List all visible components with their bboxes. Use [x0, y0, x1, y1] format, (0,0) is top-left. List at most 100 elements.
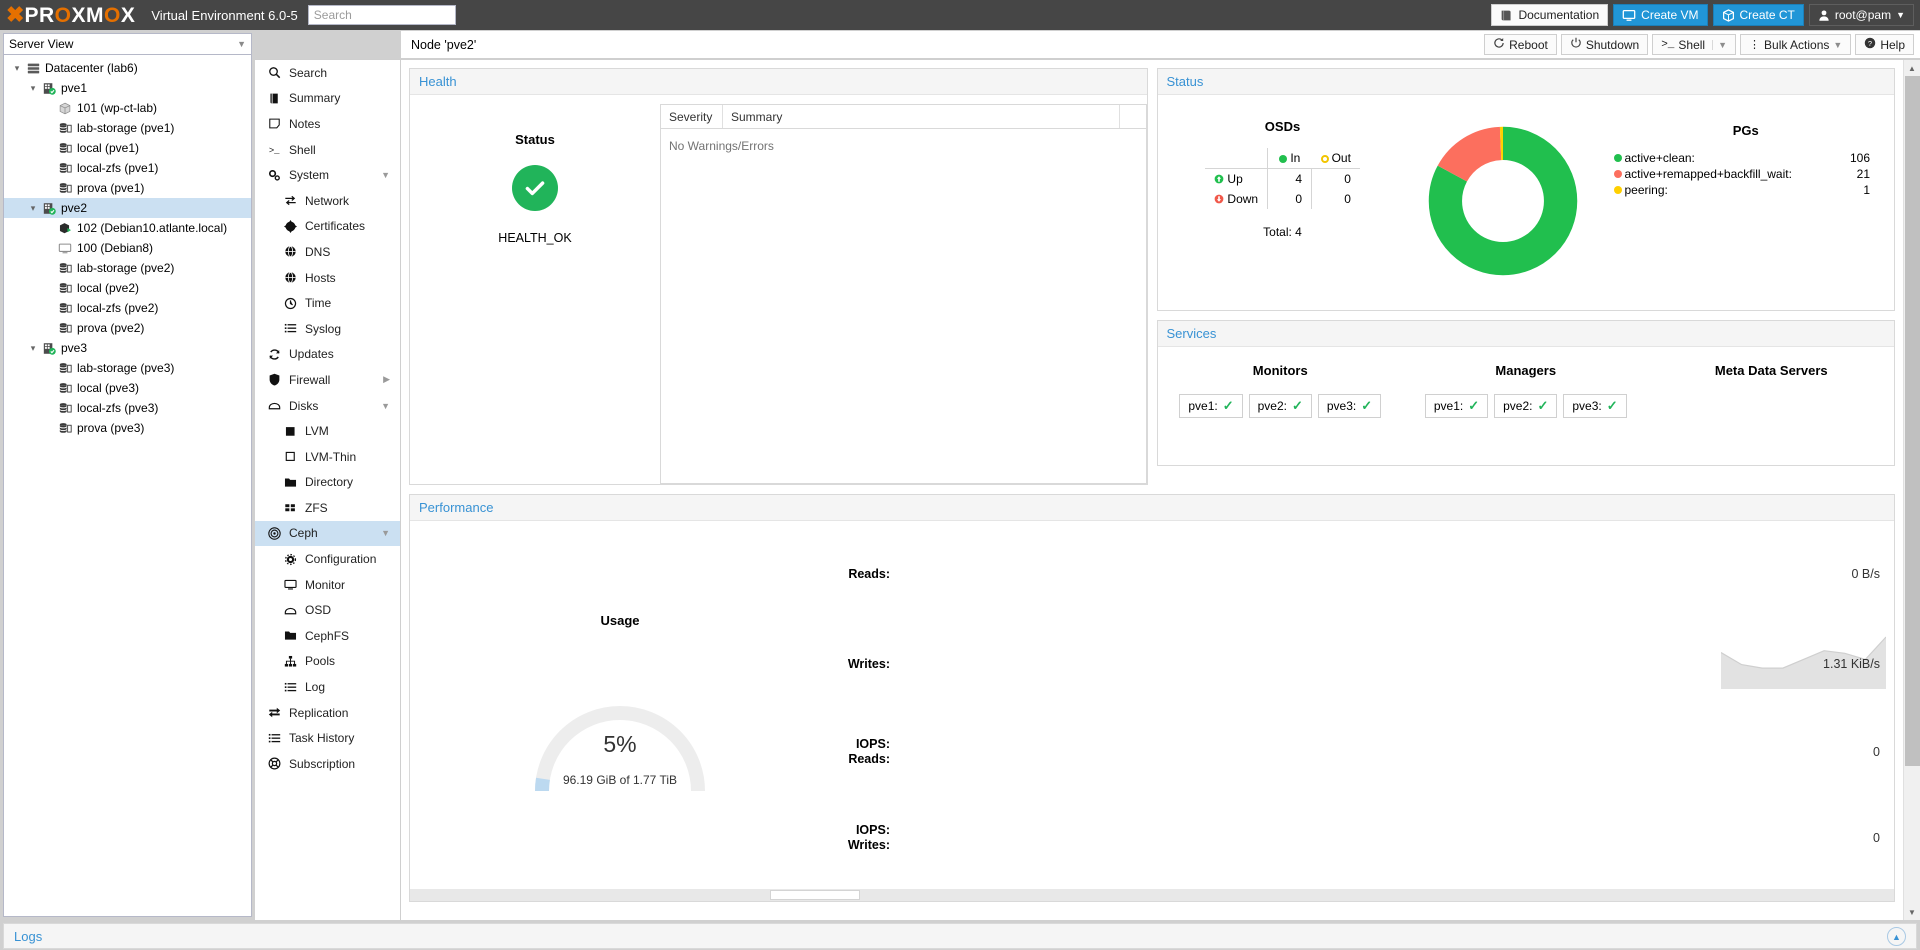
column-header-summary[interactable]: Summary — [723, 105, 1120, 128]
tree-item-prova-pve3[interactable]: prova (pve3) — [4, 418, 251, 438]
scroll-down-arrow-icon[interactable]: ▼ — [1903, 904, 1920, 920]
horizontal-scrollbar-thumb[interactable] — [770, 890, 860, 900]
tree-item-local-pve2[interactable]: local (pve2) — [4, 278, 251, 298]
tree-item-101-wp-ct-lab[interactable]: 101 (wp-ct-lab) — [4, 98, 251, 118]
view-selector[interactable]: Server View ▼ — [3, 33, 252, 55]
tree-item-lab-storage-pve3[interactable]: lab-storage (pve3) — [4, 358, 251, 378]
menu-item-certificates[interactable]: Certificates — [255, 214, 400, 240]
content-vertical-scrollbar[interactable]: ▲ ▼ — [1903, 60, 1920, 920]
menu-item-label: Shell — [289, 142, 316, 157]
metric-value-writes: 1.31 KiB/s — [1823, 657, 1880, 671]
chevron-down-icon[interactable]: ▾ — [26, 203, 40, 214]
monitor-pill-pve1[interactable]: pve1: ✓ — [1179, 394, 1243, 418]
bulk-actions-button[interactable]: ⋮ Bulk Actions ▼ — [1740, 34, 1852, 55]
tree-item-local-zfs-pve2[interactable]: local-zfs (pve2) — [4, 298, 251, 318]
tree-item-lab-storage-pve2[interactable]: lab-storage (pve2) — [4, 258, 251, 278]
menu-item-syslog[interactable]: Syslog — [255, 316, 400, 342]
create-ct-button[interactable]: Create CT — [1712, 4, 1804, 26]
node-menu-panel[interactable]: Search Summary Notes >_ Shell System ▼ Network C… — [255, 59, 401, 920]
shell-button[interactable]: >_ Shell ▼ — [1652, 34, 1737, 55]
menu-item-configuration[interactable]: Configuration — [255, 546, 400, 572]
create-vm-button[interactable]: Create VM — [1613, 4, 1708, 26]
osd-total: Total: 4 — [1263, 225, 1302, 239]
menu-item-ceph[interactable]: Ceph ▼ — [255, 520, 400, 547]
chevron-down-icon[interactable]: ▼ — [381, 170, 390, 180]
tree-item-local-zfs-pve3[interactable]: local-zfs (pve3) — [4, 398, 251, 418]
vertical-scrollbar-thumb[interactable] — [1905, 76, 1920, 766]
collapse-logs-icon[interactable]: ▲ — [1887, 927, 1906, 946]
menu-item-time[interactable]: Time — [255, 290, 400, 316]
menu-item-summary[interactable]: Summary — [255, 86, 400, 112]
out-ring-icon — [1320, 154, 1329, 163]
tree-item-local-zfs-pve1[interactable]: local-zfs (pve1) — [4, 158, 251, 178]
menu-item-log[interactable]: Log — [255, 674, 400, 700]
menu-item-system[interactable]: System ▼ — [255, 162, 400, 188]
resource-tree[interactable]: ▾ Datacenter (lab6) ▾ pve1 101 (wp-ct-lab) la… — [3, 55, 252, 917]
menu-item-network[interactable]: Network — [255, 188, 400, 214]
global-search-box[interactable] — [307, 5, 456, 25]
shell-dropdown-arrow[interactable]: ▼ — [1712, 39, 1727, 50]
menu-item-firewall[interactable]: Firewall ▶ — [255, 367, 400, 393]
menu-item-task-history[interactable]: Task History — [255, 725, 400, 751]
menu-item-replication[interactable]: Replication — [255, 700, 400, 726]
tree-item-label: local-zfs (pve1) — [77, 161, 159, 175]
reboot-button[interactable]: Reboot — [1484, 34, 1557, 55]
tree-item-datacenter-lab6[interactable]: ▾ Datacenter (lab6) — [4, 58, 251, 78]
osd-down-in: 0 — [1267, 189, 1313, 209]
proxmox-logo[interactable]: ✖ PROXMOX — [0, 0, 141, 30]
search-input[interactable] — [313, 8, 450, 22]
note-icon — [265, 117, 283, 130]
monitor-pill-pve3[interactable]: pve3: ✓ — [1317, 394, 1382, 418]
menu-item-subscription[interactable]: Subscription — [255, 751, 400, 777]
tree-item-102-debian10-atlante-local[interactable]: 102 (Debian10.atlante.local) — [4, 218, 251, 238]
tree-item-prova-pve2[interactable]: prova (pve2) — [4, 318, 251, 338]
manager-pill-pve3[interactable]: pve3: ✓ — [1563, 394, 1627, 418]
search-icon — [265, 66, 283, 79]
tree-item-pve1[interactable]: ▾ pve1 — [4, 78, 251, 98]
menu-item-lvm[interactable]: LVM — [255, 418, 400, 444]
menu-item-shell[interactable]: >_ Shell — [255, 137, 400, 163]
storage-icon — [56, 302, 74, 315]
monitors-pill-list[interactable]: pve1: ✓ pve2: ✓ pve3: ✓ — [1179, 394, 1382, 418]
tree-item-local-pve3[interactable]: local (pve3) — [4, 378, 251, 398]
tree-item-100-debian8[interactable]: 100 (Debian8) — [4, 238, 251, 258]
menu-item-updates[interactable]: Updates — [255, 342, 400, 368]
menu-item-lvm-thin[interactable]: LVM-Thin — [255, 444, 400, 470]
menu-item-directory[interactable]: Directory — [255, 470, 400, 496]
tree-item-pve2[interactable]: ▾ pve2 — [4, 198, 251, 218]
chevron-down-icon[interactable]: ▾ — [10, 63, 24, 74]
manager-pill-pve2[interactable]: pve2: ✓ — [1494, 394, 1558, 418]
menu-item-monitor[interactable]: Monitor — [255, 572, 400, 598]
menu-item-notes[interactable]: Notes — [255, 111, 400, 137]
chevron-down-icon[interactable]: ▼ — [381, 528, 390, 538]
menu-item-osd[interactable]: OSD — [255, 597, 400, 623]
managers-pill-list[interactable]: pve1: ✓ pve2: ✓ pve3: ✓ — [1424, 394, 1627, 418]
help-button[interactable]: ? Help — [1855, 34, 1914, 55]
menu-item-search[interactable]: Search — [255, 60, 400, 86]
performance-horizontal-scrollbar[interactable] — [410, 889, 1894, 901]
menu-item-disks[interactable]: Disks ▼ — [255, 393, 400, 419]
monitor-pill-pve2[interactable]: pve2: ✓ — [1248, 394, 1312, 418]
tree-item-prova-pve1[interactable]: prova (pve1) — [4, 178, 251, 198]
tree-item-lab-storage-pve1[interactable]: lab-storage (pve1) — [4, 118, 251, 138]
menu-item-hosts[interactable]: Hosts — [255, 265, 400, 291]
menu-item-dns[interactable]: DNS — [255, 239, 400, 265]
menu-item-pools[interactable]: Pools — [255, 649, 400, 675]
chevron-down-icon[interactable]: ▾ — [26, 343, 40, 354]
user-menu-button[interactable]: root@pam ▼ — [1808, 4, 1914, 26]
tree-item-local-pve1[interactable]: local (pve1) — [4, 138, 251, 158]
chevron-down-icon[interactable]: ▼ — [381, 401, 390, 411]
tree-item-pve3[interactable]: ▾ pve3 — [4, 338, 251, 358]
manager-pill-pve1[interactable]: pve1: ✓ — [1424, 394, 1489, 418]
menu-item-cephfs[interactable]: CephFS — [255, 623, 400, 649]
shutdown-button[interactable]: Shutdown — [1560, 34, 1649, 55]
menu-item-zfs[interactable]: ZFS — [255, 495, 400, 521]
documentation-button[interactable]: Documentation — [1491, 4, 1609, 26]
column-header-severity[interactable]: Severity — [661, 105, 723, 128]
scroll-up-arrow-icon[interactable]: ▲ — [1903, 60, 1920, 76]
osd-col-out: Out — [1311, 148, 1360, 169]
monitor-icon — [281, 578, 299, 591]
chevron-down-icon[interactable]: ▾ — [26, 83, 40, 94]
chevron-right-icon[interactable]: ▶ — [383, 374, 390, 385]
health-warnings-grid[interactable]: Severity Summary No Warnings/Errors — [660, 104, 1147, 484]
